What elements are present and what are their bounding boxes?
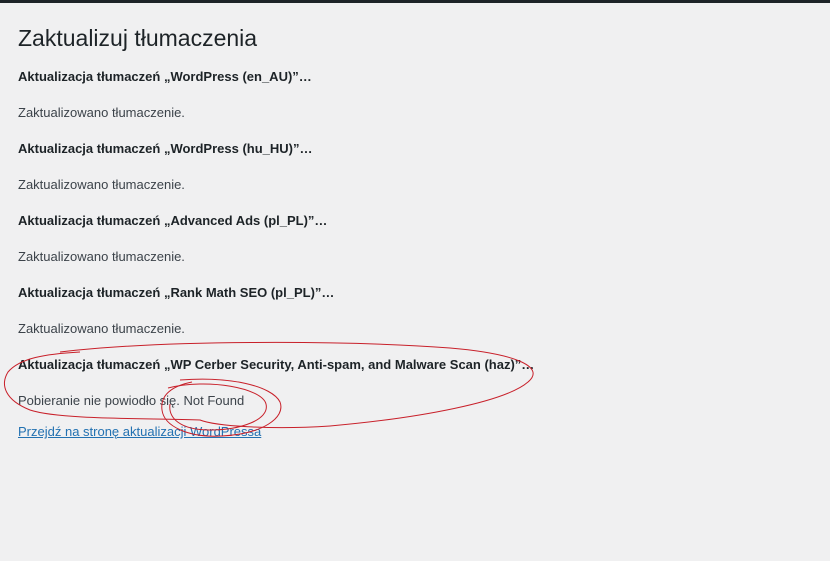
log-entry: Aktualizacja tłumaczeń „WordPress (en_AU… xyxy=(18,68,818,122)
log-entry: Aktualizacja tłumaczeń „WordPress (hu_HU… xyxy=(18,140,818,194)
log-entry-result: Zaktualizowano tłumaczenie. xyxy=(18,177,185,192)
log-entry: Aktualizacja tłumaczeń „Rank Math SEO (p… xyxy=(18,284,818,338)
log-entry: Aktualizacja tłumaczeń „Advanced Ads (pl… xyxy=(18,212,818,266)
log-entry-result: Zaktualizowano tłumaczenie. xyxy=(18,249,185,264)
update-translations-page: Zaktualizuj tłumaczenia Aktualizacja tłu… xyxy=(18,24,818,441)
log-entry-heading: Aktualizacja tłumaczeń „Rank Math SEO (p… xyxy=(18,285,335,300)
page-title: Zaktualizuj tłumaczenia xyxy=(18,25,258,51)
log-entry-heading: Aktualizacja tłumaczeń „WP Cerber Securi… xyxy=(18,357,535,372)
log-entry-heading: Aktualizacja tłumaczeń „WordPress (en_AU… xyxy=(18,69,312,84)
log-entry-heading: Aktualizacja tłumaczeń „Advanced Ads (pl… xyxy=(18,213,328,228)
update-log: Aktualizacja tłumaczeń „WordPress (en_AU… xyxy=(18,68,818,410)
log-entry-result: Zaktualizowano tłumaczenie. xyxy=(18,105,185,120)
log-entry-failed: Aktualizacja tłumaczeń „WP Cerber Securi… xyxy=(18,356,818,410)
go-to-updates-link[interactable]: Przejdź na stronę aktualizacji WordPress… xyxy=(18,423,261,441)
log-entry-heading: Aktualizacja tłumaczeń „WordPress (hu_HU… xyxy=(18,141,313,156)
admin-bar-edge xyxy=(0,0,830,3)
log-entry-error: Pobieranie nie powiodło się. Not Found xyxy=(18,393,245,408)
log-entry-result: Zaktualizowano tłumaczenie. xyxy=(18,321,185,336)
